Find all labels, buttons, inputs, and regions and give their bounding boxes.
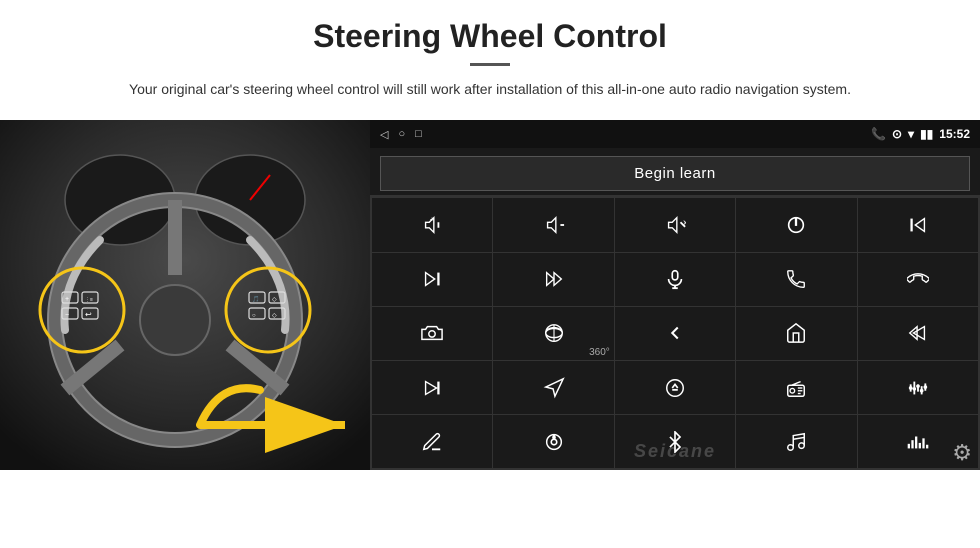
battery-icon: ▮▮ xyxy=(920,127,933,141)
car-image-section: + ⋮≡ − ↩ 🎵 ◇ ○ ◇ xyxy=(0,120,370,470)
skip-prev-button[interactable] xyxy=(858,307,978,360)
page-title: Steering Wheel Control xyxy=(40,18,940,55)
track-prev-button[interactable] xyxy=(858,198,978,251)
gear-settings-icon[interactable]: ⚙ xyxy=(952,440,972,466)
settings-knob-button[interactable] xyxy=(493,415,613,468)
svg-text:+: + xyxy=(65,296,69,303)
svg-text:○: ○ xyxy=(252,313,256,319)
location-icon: ⊙ xyxy=(892,127,902,141)
begin-learn-button[interactable]: Begin learn xyxy=(380,156,970,191)
camera-button[interactable] xyxy=(372,307,492,360)
svg-text:+: + xyxy=(430,214,434,223)
next-track-button[interactable] xyxy=(372,253,492,306)
android-panel: ◁ ○ □ 📞 ⊙ ▾ ▮▮ 15:52 Begin learn xyxy=(370,120,980,470)
nav-back-icon[interactable]: ◁ xyxy=(380,128,388,141)
svg-text:🎵: 🎵 xyxy=(252,295,259,303)
power-button[interactable] xyxy=(736,198,856,251)
icon-grid: + x xyxy=(370,195,980,470)
status-bar-right: 📞 ⊙ ▾ ▮▮ 15:52 xyxy=(871,127,970,141)
car-background: + ⋮≡ − ↩ 🎵 ◇ ○ ◇ xyxy=(0,120,370,470)
eq-button[interactable] xyxy=(858,361,978,414)
mic-button[interactable] xyxy=(615,253,735,306)
wifi-icon: ▾ xyxy=(908,127,914,141)
music-button[interactable] xyxy=(736,415,856,468)
page-wrapper: Steering Wheel Control Your original car… xyxy=(0,0,980,470)
svg-text:x: x xyxy=(683,218,686,227)
view-360-button[interactable]: 360° xyxy=(493,307,613,360)
fast-forward-button[interactable] xyxy=(372,361,492,414)
nav-home-icon[interactable]: ○ xyxy=(398,128,405,140)
svg-text:−: − xyxy=(65,312,69,319)
clock-display: 15:52 xyxy=(939,127,970,141)
header-description: Your original car's steering wheel contr… xyxy=(110,78,870,100)
phone-icon: 📞 xyxy=(871,127,886,141)
eject-button[interactable] xyxy=(615,361,735,414)
status-bar-left: ◁ ○ □ xyxy=(380,128,422,141)
svg-text:↩: ↩ xyxy=(85,310,92,319)
steering-wheel-svg: + ⋮≡ − ↩ 🎵 ◇ ○ ◇ xyxy=(0,120,370,470)
svg-text:◇: ◇ xyxy=(272,297,277,303)
360-label: 360° xyxy=(589,347,610,358)
nav-recents-icon[interactable]: □ xyxy=(415,128,422,140)
vol-down-button[interactable] xyxy=(493,198,613,251)
content-area: + ⋮≡ − ↩ 🎵 ◇ ○ ◇ xyxy=(0,120,980,470)
end-call-button[interactable] xyxy=(858,253,978,306)
svg-text:⋮≡: ⋮≡ xyxy=(85,297,93,303)
nav-button[interactable] xyxy=(493,361,613,414)
radio-button[interactable] xyxy=(736,361,856,414)
home-button[interactable] xyxy=(736,307,856,360)
begin-learn-row: Begin learn xyxy=(370,148,980,195)
call-button[interactable] xyxy=(736,253,856,306)
back-button[interactable] xyxy=(615,307,735,360)
mute-button[interactable]: x xyxy=(615,198,735,251)
bluetooth-button[interactable] xyxy=(615,415,735,468)
header-section: Steering Wheel Control Your original car… xyxy=(0,0,980,110)
pen-button[interactable] xyxy=(372,415,492,468)
ff-button[interactable] xyxy=(493,253,613,306)
header-divider xyxy=(470,63,510,66)
svg-text:◇: ◇ xyxy=(272,313,277,319)
vol-up-button[interactable]: + xyxy=(372,198,492,251)
status-bar: ◁ ○ □ 📞 ⊙ ▾ ▮▮ 15:52 xyxy=(370,120,980,148)
